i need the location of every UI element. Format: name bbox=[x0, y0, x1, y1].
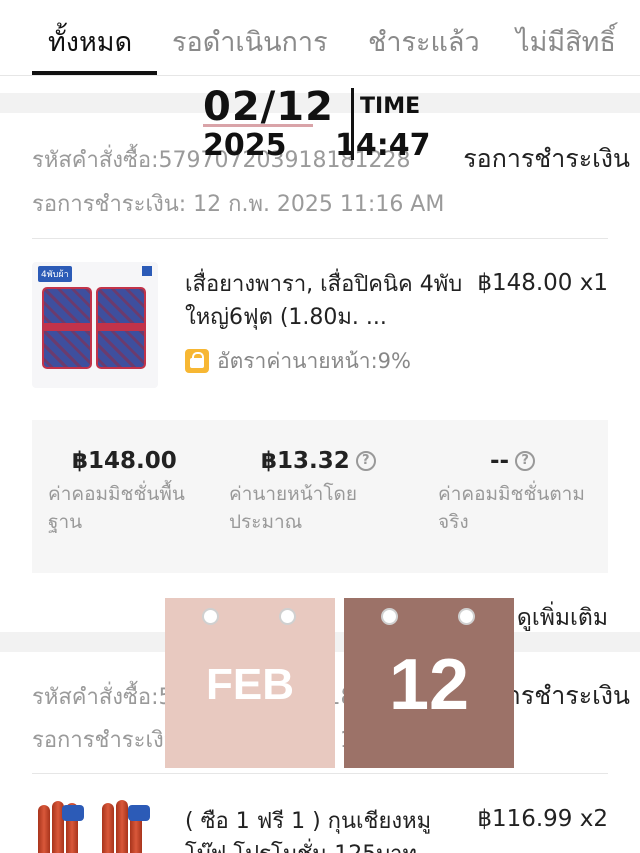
ring-hole bbox=[279, 608, 296, 625]
brand-logo bbox=[128, 805, 150, 821]
commission-rate: อัตราค่านายหน้า:9% bbox=[217, 348, 411, 373]
question-circle-icon[interactable]: ? bbox=[355, 451, 376, 471]
tab-all[interactable]: ทั้งหมด bbox=[48, 20, 132, 63]
calendar-day-card: 12 bbox=[344, 598, 514, 768]
product-price: ฿148.00 x1 bbox=[477, 270, 608, 296]
overlay-clock: 14:47 bbox=[335, 128, 431, 163]
calendar-day: 12 bbox=[388, 645, 470, 725]
overlay-underline bbox=[203, 124, 313, 127]
commission-summary: ฿148.00 ค่าคอมมิชชั่นพื้นฐาน ฿13.32? ค่า… bbox=[32, 420, 608, 573]
estimated-commission: ฿13.32? ค่านายหน้าโดยประมาณ bbox=[229, 448, 379, 536]
thumbnail-tag: 4พับผ้า bbox=[38, 266, 72, 282]
product-name[interactable]: ( ซือ 1 ฟรี 1 ) กุนเชียงหมู โบ๊ฟ โปรโมชั… bbox=[185, 805, 465, 853]
actual-commission: --? ค่าคอมมิชชั่นตามจริง bbox=[438, 448, 598, 536]
thumbnail-badge bbox=[142, 266, 152, 276]
base-commission: ฿148.00 ค่าคอมมิชชั่นพื้นฐาน bbox=[48, 448, 218, 536]
order-status: รอการชำระเงิน bbox=[455, 139, 630, 179]
ring-hole bbox=[458, 608, 475, 625]
see-more-link[interactable]: ดูเพิ่มเติม bbox=[517, 600, 608, 636]
timestamp-overlay: 02/12 TIME 2025 14:47 bbox=[203, 84, 431, 168]
estimated-commission-value: ฿13.32 bbox=[261, 448, 350, 474]
divider bbox=[32, 238, 608, 239]
estimated-commission-label: ค่านายหน้าโดยประมาณ bbox=[229, 483, 358, 533]
base-commission-value: ฿148.00 bbox=[72, 448, 177, 474]
product-price: ฿116.99 x2 bbox=[477, 806, 608, 832]
brand-logo bbox=[62, 805, 84, 821]
active-tab-indicator bbox=[32, 71, 157, 75]
product-thumbnail[interactable] bbox=[32, 795, 158, 853]
payment-due: รอการชำระเงิน: 12 ก.พ. 2025 11:16 AM bbox=[32, 192, 445, 217]
tab-ineligible[interactable]: ไม่มีสิทธิ์ bbox=[516, 20, 616, 63]
mat-image bbox=[42, 287, 92, 369]
actual-commission-value: -- bbox=[490, 448, 510, 474]
calendar-month-card: FEB bbox=[165, 598, 335, 768]
commission-rate-row: อัตราค่านายหน้า:9% bbox=[185, 347, 411, 375]
calendar-month: FEB bbox=[206, 660, 294, 709]
question-circle-icon[interactable]: ? bbox=[515, 451, 536, 471]
overlay-time-label: TIME bbox=[360, 94, 421, 119]
divider bbox=[32, 773, 608, 774]
base-commission-label: ค่าคอมมิชชั่นพื้นฐาน bbox=[48, 483, 185, 533]
ring-hole bbox=[202, 608, 219, 625]
product-name[interactable]: เสื่อยางพารา, เสื่อปิคนิค 4พับใหญ่6ฟุต (… bbox=[185, 268, 465, 334]
tab-bar: ทั้งหมด รอดำเนินการ ชำระแล้ว ไม่มีสิทธิ์ bbox=[0, 0, 640, 76]
tab-pending[interactable]: รอดำเนินการ bbox=[172, 20, 328, 63]
mat-image bbox=[96, 287, 146, 369]
overlay-year: 2025 bbox=[203, 128, 287, 163]
tab-paid[interactable]: ชำระแล้ว bbox=[368, 20, 480, 63]
shopping-bag-icon bbox=[185, 349, 209, 373]
actual-commission-label: ค่าคอมมิชชั่นตามจริง bbox=[438, 483, 585, 533]
product-thumbnail[interactable]: 4พับผ้า bbox=[32, 262, 158, 388]
ring-hole bbox=[381, 608, 398, 625]
